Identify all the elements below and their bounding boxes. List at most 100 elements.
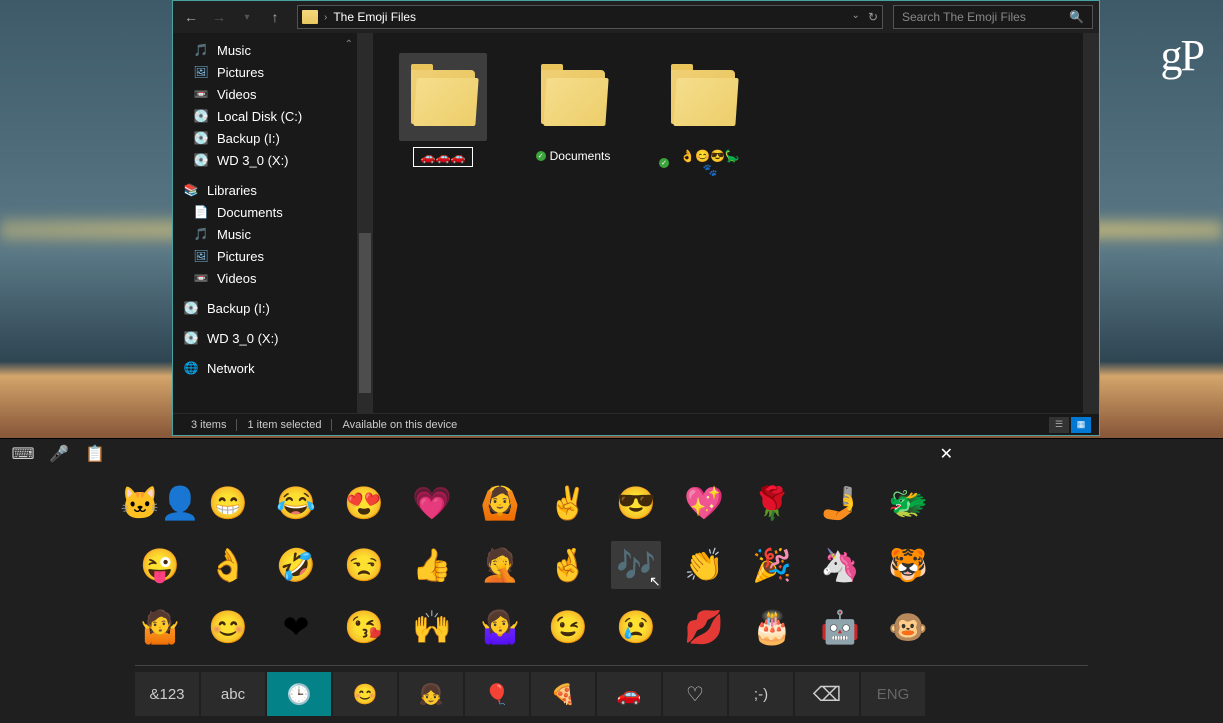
- emoji-key[interactable]: 🐱‍👤: [135, 479, 185, 527]
- sidebar-item-icon: 📼: [193, 270, 209, 286]
- osk-category-tabs: &123abc🕒😊👧🎈🍕🚗♡;-)⌫ENG: [0, 666, 1223, 716]
- emoji-key[interactable]: 🎂: [747, 603, 797, 651]
- sidebar-item-backup-i-[interactable]: 💽Backup (I:): [173, 127, 373, 149]
- sidebar-item-libraries[interactable]: 📚Libraries: [173, 179, 373, 201]
- microphone-icon[interactable]: 🎤: [50, 445, 68, 463]
- emoji-key[interactable]: 👍: [407, 541, 457, 589]
- content-scrollbar[interactable]: [1083, 33, 1099, 413]
- address-bar[interactable]: › The Emoji Files ⌄ ↻: [297, 5, 883, 29]
- emoji-key[interactable]: 😊: [203, 603, 253, 651]
- emoji-key[interactable]: 🤳: [815, 479, 865, 527]
- osk-tab-symbol[interactable]: 🕒: [267, 672, 331, 716]
- emoji-key[interactable]: 🦄: [815, 541, 865, 589]
- dropdown-icon[interactable]: ⌄: [852, 10, 860, 24]
- emoji-key[interactable]: 💋: [679, 603, 729, 651]
- emoji-key[interactable]: 🎶: [611, 541, 661, 589]
- nav-recent-dropdown[interactable]: ▾: [235, 5, 259, 29]
- sidebar-item-videos[interactable]: 📼Videos: [173, 83, 373, 105]
- emoji-key[interactable]: 🌹: [747, 479, 797, 527]
- sidebar-item-documents[interactable]: 📄Documents: [173, 201, 373, 223]
- sidebar-item-wd-3-0-x-[interactable]: 💽WD 3_0 (X:): [173, 149, 373, 171]
- emoji-key[interactable]: ❤: [271, 603, 321, 651]
- emoji-key[interactable]: 🙌: [407, 603, 457, 651]
- osk-tab-symbol[interactable]: 😊: [333, 672, 397, 716]
- osk-tab-symbol[interactable]: 🚗: [597, 672, 661, 716]
- sidebar-item-icon: 🖼: [193, 64, 209, 80]
- folder-icon: [671, 70, 735, 124]
- osk-tab-symbol[interactable]: 🍕: [531, 672, 595, 716]
- search-icon[interactable]: 🔍: [1069, 10, 1084, 24]
- emoji-key[interactable]: 💗: [407, 479, 457, 527]
- emoji-picker-grid: 🐱‍👤 😁 😂 😍 💗 🙆 ✌ 😎 💖 🌹 🤳 🐲 😜 👌 🤣 😒 👍 🤦 🤞 🎶 👏 🎉 🦄 🐯 🤷 😊 ❤ 😘 🙌 🤷‍♀️ 😉 😢 💋 🎂 🤖…: [0, 469, 1223, 651]
- osk-tab-123[interactable]: &123: [135, 672, 199, 716]
- sidebar-item-pictures[interactable]: 🖼Pictures: [173, 61, 373, 83]
- emoji-key[interactable]: 🐲: [883, 479, 933, 527]
- emoji-key[interactable]: 😜: [135, 541, 185, 589]
- details-view-button[interactable]: ☰: [1049, 417, 1069, 433]
- folder-item[interactable]: 🚗🚗🚗: [393, 53, 493, 167]
- emoji-key[interactable]: 💖: [679, 479, 729, 527]
- emoji-key[interactable]: 👌: [203, 541, 253, 589]
- status-item-count: 3 items: [181, 419, 237, 431]
- breadcrumb[interactable]: The Emoji Files: [333, 10, 416, 24]
- emoji-key[interactable]: ✌: [543, 479, 593, 527]
- navigation-pane[interactable]: ⌃ 🎵Music🖼Pictures📼Videos💽Local Disk (C:)…: [173, 33, 373, 413]
- emoji-key[interactable]: 🤞: [543, 541, 593, 589]
- nav-forward-button[interactable]: →: [207, 5, 231, 29]
- emoji-key[interactable]: 🤦: [475, 541, 525, 589]
- sidebar-item-network[interactable]: 🌐Network: [173, 357, 373, 379]
- emoji-key[interactable]: 🤷: [135, 603, 185, 651]
- emoji-key[interactable]: 🙆: [475, 479, 525, 527]
- folder-rename-input[interactable]: 🚗🚗🚗: [413, 147, 473, 167]
- emoji-key[interactable]: 🐯: [883, 541, 933, 589]
- sidebar-item-music[interactable]: 🎵Music: [173, 39, 373, 61]
- folder-item[interactable]: ✓👌😊😎🦕🐾: [653, 53, 753, 179]
- folder-item[interactable]: ✓Documents: [523, 53, 623, 165]
- close-keyboard-button[interactable]: ✕: [940, 444, 953, 464]
- sidebar-item-icon: 🖼: [193, 248, 209, 264]
- sidebar-item-wd-3-0-x-[interactable]: 💽WD 3_0 (X:): [173, 327, 373, 349]
- search-input[interactable]: Search The Emoji Files 🔍: [893, 5, 1093, 29]
- osk-tab-abc[interactable]: abc: [201, 672, 265, 716]
- emoji-key[interactable]: 🎉: [747, 541, 797, 589]
- sidebar-item-label: Backup (I:): [207, 301, 270, 316]
- emoji-key[interactable]: 😎: [611, 479, 661, 527]
- osk-tab-symbol[interactable]: 👧: [399, 672, 463, 716]
- nav-up-button[interactable]: ↑: [263, 5, 287, 29]
- osk-tab-symbol[interactable]: ;-): [729, 672, 793, 716]
- scrollbar-thumb[interactable]: [359, 233, 371, 393]
- osk-tab-ENG[interactable]: ENG: [861, 672, 925, 716]
- nav-back-button[interactable]: ←: [179, 5, 203, 29]
- emoji-key[interactable]: 😁: [203, 479, 253, 527]
- emoji-key[interactable]: 🤖: [815, 603, 865, 651]
- sidebar-item-music[interactable]: 🎵Music: [173, 223, 373, 245]
- clipboard-icon[interactable]: 📋: [86, 445, 104, 463]
- emoji-key[interactable]: 😍: [339, 479, 389, 527]
- osk-tab-symbol[interactable]: ⌫: [795, 672, 859, 716]
- sidebar-item-icon: 💽: [193, 152, 209, 168]
- sidebar-item-backup-i-[interactable]: 💽 Backup (I:): [173, 297, 373, 319]
- status-selected-count: 1 item selected: [237, 419, 332, 431]
- sync-status-icon: ✓: [659, 158, 669, 168]
- emoji-key[interactable]: 🤣: [271, 541, 321, 589]
- sidebar-scrollbar[interactable]: [357, 33, 373, 413]
- sidebar-item-icon: 💽: [183, 300, 199, 316]
- sidebar-item-videos[interactable]: 📼Videos: [173, 267, 373, 289]
- sidebar-item-pictures[interactable]: 🖼Pictures: [173, 245, 373, 267]
- folder-content-area[interactable]: 🚗🚗🚗 ✓Documents ✓👌😊😎🦕🐾: [373, 33, 1099, 413]
- osk-tab-symbol[interactable]: 🎈: [465, 672, 529, 716]
- emoji-key[interactable]: 😘: [339, 603, 389, 651]
- emoji-key[interactable]: 😉: [543, 603, 593, 651]
- emoji-key[interactable]: 🐵: [883, 603, 933, 651]
- emoji-key[interactable]: 👏: [679, 541, 729, 589]
- icons-view-button[interactable]: ▦: [1071, 417, 1091, 433]
- emoji-key[interactable]: 😂: [271, 479, 321, 527]
- emoji-key[interactable]: 🤷‍♀️: [475, 603, 525, 651]
- chevron-up-icon[interactable]: ⌃: [345, 39, 353, 50]
- sidebar-item-local-disk-c-[interactable]: 💽Local Disk (C:): [173, 105, 373, 127]
- emoji-key[interactable]: 😒: [339, 541, 389, 589]
- keyboard-dock-icon[interactable]: ⌨: [14, 445, 32, 463]
- refresh-button[interactable]: ↻: [868, 10, 878, 24]
- emoji-key[interactable]: 😢: [611, 603, 661, 651]
- osk-tab-symbol[interactable]: ♡: [663, 672, 727, 716]
